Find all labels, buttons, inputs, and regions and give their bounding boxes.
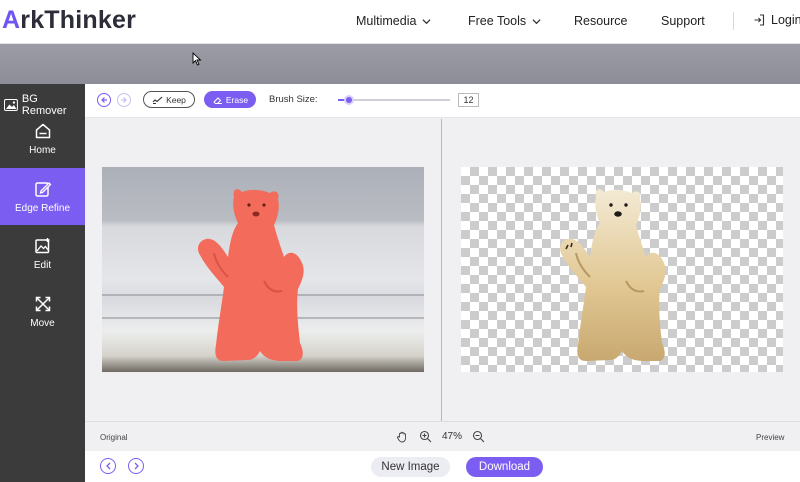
zoom-level: 47% [442,431,463,442]
erase-button[interactable]: Erase [204,91,256,108]
keep-brush-icon [152,96,163,104]
site-header: ArkThinker Multimedia Free Tools Resourc… [0,0,800,44]
page-banner-backdrop [0,44,800,84]
preview-image[interactable] [461,167,783,372]
brush-size-slider-handle[interactable] [344,95,355,105]
sidebar-item-home[interactable]: Home [0,110,85,167]
undo-icon [101,97,107,103]
login-label: Login [771,13,800,27]
sidebar-item-edit[interactable]: Edit [0,225,85,282]
sidebar-item-label: Home [29,144,56,156]
move-icon [35,296,50,311]
redo-icon [121,97,127,103]
logo-accent-letter: A [2,6,21,34]
chevron-right-icon [134,462,139,470]
original-image[interactable] [102,167,424,372]
brush-size-value[interactable]: 12 [458,93,479,107]
sidebar-item-label: Edit [33,259,52,271]
nav-support[interactable]: Support [661,14,705,28]
login-link[interactable]: Login [753,13,800,27]
brush-size-label: Brush Size: [269,94,318,105]
undo-button[interactable] [97,93,111,107]
chevron-down-icon [422,18,431,24]
comparison-divider [441,119,442,421]
editor-panel: Keep Erase Brush Size: 12 Original 47% P… [85,84,800,482]
status-bar: Original 47% Preview [85,421,800,451]
eraser-icon [213,96,222,104]
zoom-controls: 47% [396,430,485,443]
editor-toolbar: Keep Erase Brush Size: 12 [85,84,800,118]
sidebar-item-move[interactable]: Move [0,283,85,340]
redo-button[interactable] [117,93,131,107]
nav-multimedia-label: Multimedia [356,14,417,28]
editor-footer: New Image Download [85,451,800,482]
sidebar-item-label: Edge Refine [14,202,71,214]
preview-label: Preview [756,433,785,442]
edit-image-icon [34,237,49,253]
new-image-button[interactable]: New Image [371,457,450,477]
download-button[interactable]: Download [466,457,543,477]
nav-support-label: Support [661,14,705,28]
zoom-in-icon[interactable] [419,430,432,443]
tool-sidebar: BG Remover Home Edge Refine Edit Move [0,84,85,482]
chevron-down-icon [532,18,541,24]
home-icon [35,123,50,138]
original-label: Original [100,433,128,442]
zoom-out-icon[interactable] [472,430,485,443]
nav-resource-label: Resource [574,14,628,28]
highlighted-bear-mask [198,189,304,361]
edge-refine-icon [34,181,51,197]
mouse-pointer-icon [192,52,202,66]
nav-divider [733,12,734,30]
nav-resource[interactable]: Resource [574,14,628,28]
keep-label: Keep [166,94,186,105]
previous-button[interactable] [100,458,116,474]
nav-free-tools[interactable]: Free Tools [468,14,541,28]
hand-pan-icon[interactable] [396,430,409,443]
chevron-left-icon [105,462,110,470]
sidebar-item-edge-refine[interactable]: Edge Refine [0,168,85,225]
brush-size-slider[interactable] [338,95,450,105]
nav-free-tools-label: Free Tools [468,14,527,28]
cutout-bear-image [560,189,666,361]
sidebar-item-label: Move [30,317,55,329]
nav-multimedia[interactable]: Multimedia [356,14,431,28]
logo-text: rkThinker [20,6,136,34]
login-icon [754,14,765,26]
next-button[interactable] [128,458,144,474]
arkthinker-logo[interactable]: ArkThinker [2,6,136,35]
erase-label: Erase [225,94,249,105]
keep-button[interactable]: Keep [143,91,195,108]
canvas-area [85,119,800,421]
